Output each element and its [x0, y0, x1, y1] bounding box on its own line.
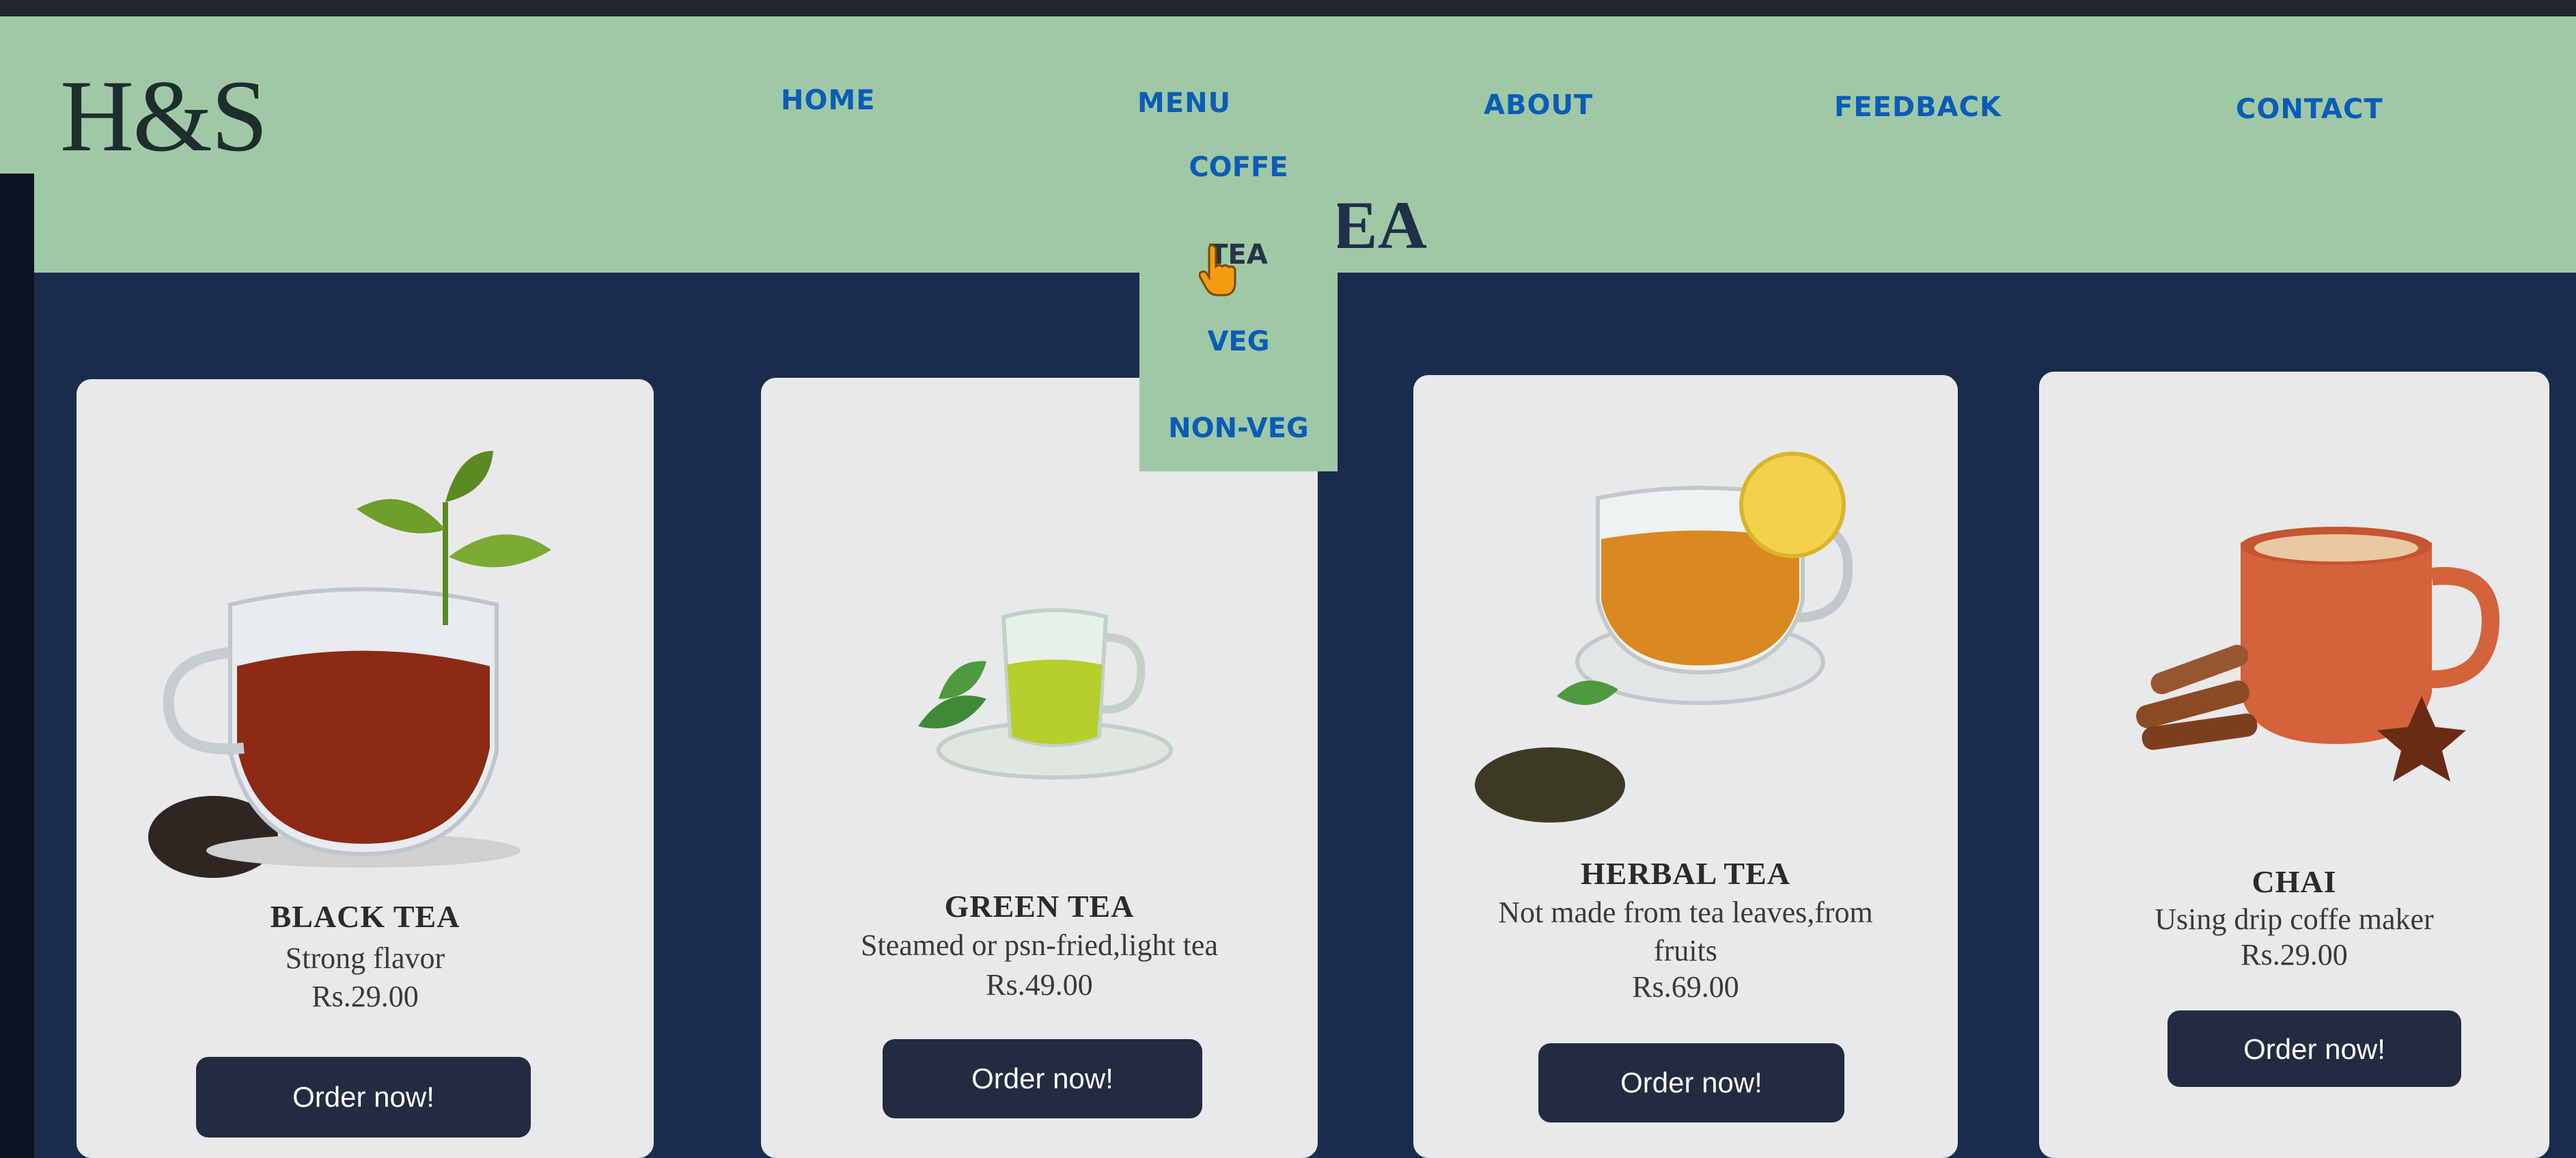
product-card-black-tea: BLACK TEA Strong flavor Rs.29.00 Order n…: [77, 379, 654, 1158]
header-left-edge: [0, 174, 34, 290]
nav-home[interactable]: HOME: [781, 85, 876, 116]
black-tea-cup-icon: [148, 451, 551, 878]
product-price: Rs.29.00: [311, 980, 419, 1013]
order-now-button[interactable]: Order now!: [1538, 1043, 1844, 1122]
page-title: EA: [1332, 187, 1427, 263]
product-price: Rs.69.00: [1632, 970, 1739, 1004]
product-description: Using drip coffe maker: [2155, 902, 2434, 936]
product-description: Strong flavor: [285, 941, 445, 975]
product-description-line-2: fruits: [1654, 934, 1717, 967]
nav-contact[interactable]: CONTACT: [2236, 94, 2383, 125]
product-description-line-1: Not made from tea leaves,from: [1498, 896, 1873, 929]
order-now-button[interactable]: Order now!: [196, 1057, 531, 1138]
product-name: GREEN TEA: [944, 889, 1135, 924]
dropdown-item-coffe[interactable]: COFFE: [1139, 152, 1338, 183]
product-price: Rs.49.00: [986, 968, 1093, 1002]
product-name: BLACK TEA: [270, 899, 460, 934]
product-name: HERBAL TEA: [1581, 856, 1790, 891]
nav-about[interactable]: ABOUT: [1484, 89, 1593, 121]
dropdown-item-veg[interactable]: VEG: [1139, 326, 1338, 357]
nav-feedback[interactable]: FEEDBACK: [1834, 92, 2002, 123]
hand-pointer-cursor-icon: [1199, 244, 1236, 297]
product-card-green-tea: GREEN TEA Steamed or psn-fried,light tea…: [761, 378, 1318, 1158]
order-now-button[interactable]: Order now!: [883, 1039, 1202, 1118]
product-name: CHAI: [2252, 864, 2337, 899]
product-price: Rs.29.00: [2241, 938, 2348, 971]
product-card-herbal-tea: HERBAL TEA Not made from tea leaves,from…: [1413, 375, 1958, 1158]
menu-dropdown: COFFE TEA VEG NON-VEG: [1139, 147, 1338, 471]
herbal-tea-cup-icon: [1475, 452, 1853, 823]
product-card-chai: CHAI Using drip coffe maker Rs.29.00 Ord…: [2039, 372, 2549, 1158]
site-logo[interactable]: H&S: [60, 57, 268, 175]
chai-mug-icon: [2136, 527, 2499, 782]
browser-top-strip: [0, 0, 2576, 16]
nav-menu[interactable]: MENU: [1137, 87, 1231, 119]
product-description: Steamed or psn-fried,light tea: [861, 928, 1218, 962]
order-now-button[interactable]: Order now!: [2168, 1010, 2461, 1087]
dropdown-item-non-veg[interactable]: NON-VEG: [1139, 413, 1338, 444]
